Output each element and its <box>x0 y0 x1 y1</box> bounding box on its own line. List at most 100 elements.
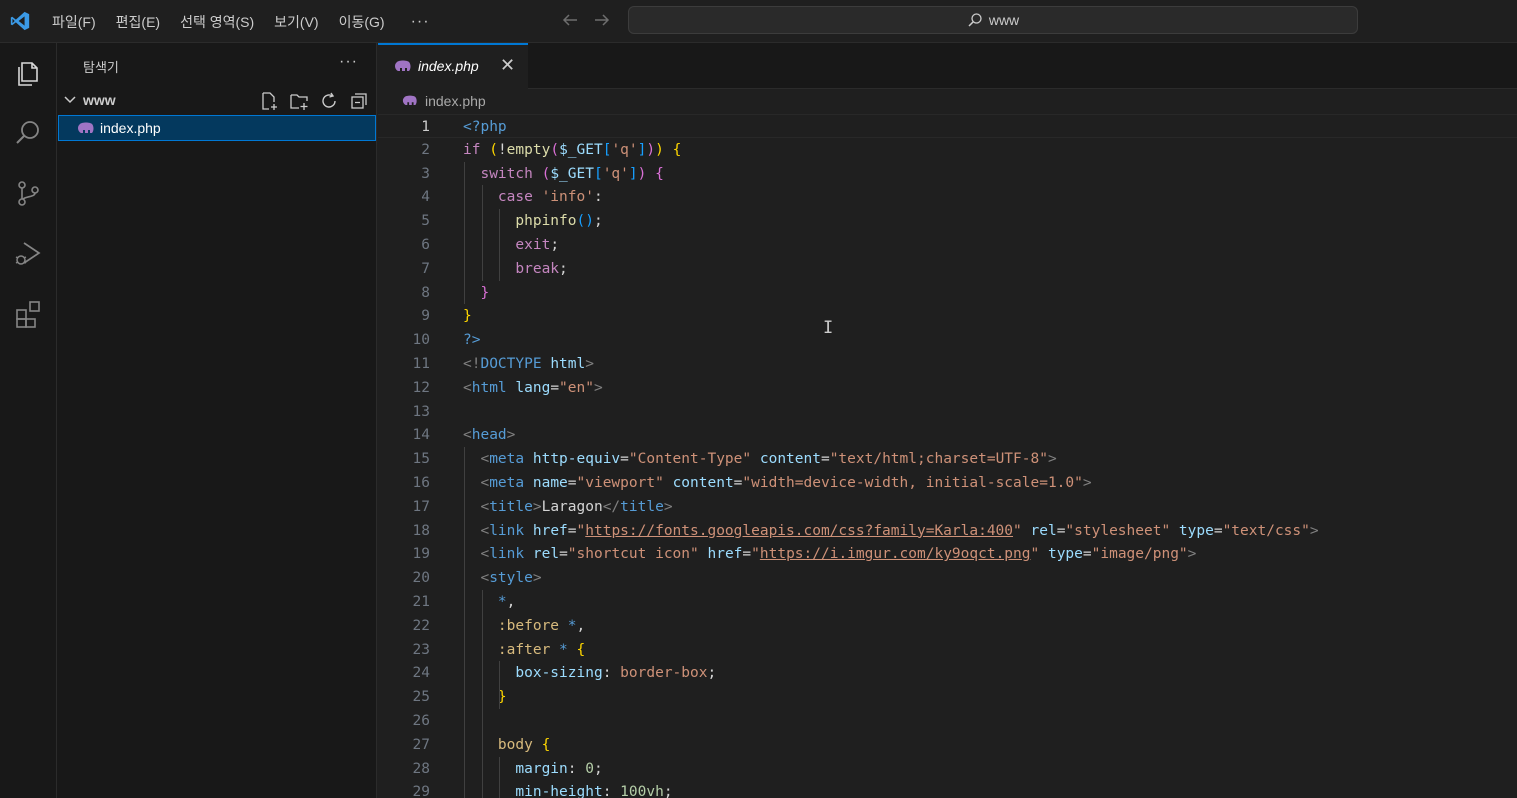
extensions-icon[interactable] <box>10 296 46 332</box>
folder-row-www[interactable]: www <box>57 89 376 113</box>
code-token: ] <box>628 165 638 182</box>
back-arrow-icon[interactable] <box>561 12 579 33</box>
code-line[interactable]: 16 <meta name="viewport" content="width=… <box>378 471 1517 495</box>
code-token: type <box>1178 522 1214 539</box>
menu-more-icon[interactable]: ··· <box>411 13 430 31</box>
explorer-icon[interactable] <box>10 54 46 90</box>
code-token: Laragon <box>541 498 603 515</box>
code-token: = <box>1082 546 1092 563</box>
menu-go[interactable]: 이동(G) <box>339 12 385 32</box>
code-token: "shortcut icon" <box>567 546 699 563</box>
code-token: link <box>489 546 533 563</box>
code-line[interactable]: 12 <html lang="en"> <box>378 376 1517 400</box>
code-token: type <box>1047 546 1083 563</box>
code-token: ( <box>550 141 560 158</box>
code-token: :after <box>463 641 560 658</box>
code-token: > <box>1187 546 1197 563</box>
code-token: "text/html;charset=UTF-8" <box>829 451 1048 468</box>
code-line[interactable]: 2 if (!empty($_GET['q'])) { <box>378 138 1517 162</box>
code-token: , <box>506 594 516 610</box>
code-token: empty <box>506 141 551 158</box>
code-line[interactable]: 13 <box>378 400 1517 424</box>
code-line[interactable]: 10 ?> <box>378 328 1517 352</box>
breadcrumb: index.php <box>378 89 1517 114</box>
code-text: *, <box>463 590 515 614</box>
indent-guide <box>481 185 483 281</box>
code-token: < <box>463 475 490 491</box>
code-line[interactable]: 27 body { <box>378 733 1517 757</box>
code-token: lang <box>515 379 551 396</box>
close-icon[interactable]: ✕ <box>500 55 515 76</box>
file-row-index-php[interactable]: index.php <box>58 115 376 141</box>
line-number: 13 <box>412 403 430 420</box>
code-token: > <box>532 498 542 515</box>
code-line[interactable]: 6 exit; <box>378 233 1517 257</box>
code-line[interactable]: 1 <?php <box>378 114 1517 138</box>
run-debug-icon[interactable] <box>10 235 46 271</box>
code-text: phpinfo(); <box>463 209 603 233</box>
code-line[interactable]: 11 <!DOCTYPE html> <box>378 352 1517 376</box>
code-text: exit; <box>463 233 559 257</box>
code-line[interactable]: 9} <box>378 304 1517 328</box>
code-token: body <box>463 736 542 753</box>
code-line[interactable]: 8 } <box>378 281 1517 305</box>
activity-bar <box>0 43 57 798</box>
code-line[interactable]: 7 break; <box>378 257 1517 281</box>
code-token: : <box>593 189 603 206</box>
breadcrumb-file[interactable]: index.php <box>425 93 486 109</box>
code-editor[interactable]: 29 min-height: 100vh; 28 margin: 0; 27 bod… <box>378 114 1517 798</box>
line-number: 21 <box>412 594 430 610</box>
new-file-icon[interactable] <box>259 91 279 111</box>
code-line[interactable]: 15 <meta http-equiv="Content-Type" conte… <box>378 447 1517 471</box>
line-number: 19 <box>412 546 430 563</box>
command-center-search[interactable]: www <box>628 6 1358 34</box>
code-token: rel <box>532 546 560 563</box>
source-control-icon[interactable] <box>10 175 46 211</box>
menu-file[interactable]: 파일(F) <box>52 12 96 32</box>
code-line[interactable]: 19 <link rel="shortcut icon" href="https… <box>378 542 1517 566</box>
code-token: ; <box>593 760 603 777</box>
code-line[interactable]: 29 min-height: 100vh; <box>378 780 1517 798</box>
code-token: ; <box>593 213 603 230</box>
menu-view[interactable]: 보기(V) <box>274 12 318 32</box>
code-line[interactable]: 28 margin: 0; <box>378 757 1517 781</box>
code-line[interactable]: 14 <head> <box>378 423 1517 447</box>
code-token: { <box>576 641 586 658</box>
explorer-more-icon[interactable]: ··· <box>339 53 358 71</box>
tab-index-php[interactable]: index.php ✕ <box>378 43 528 89</box>
chevron-down-icon <box>64 96 76 104</box>
code-line[interactable]: 22 :before *, <box>378 614 1517 638</box>
menu-selection[interactable]: 선택 영역(S) <box>180 12 254 32</box>
line-number: 5 <box>421 213 430 230</box>
code-token: { <box>541 736 551 753</box>
refresh-icon[interactable] <box>319 91 339 111</box>
code-line[interactable]: 18 <link href="https://fonts.googleapis.… <box>378 519 1517 543</box>
code-token: case <box>463 189 542 206</box>
code-token: meta <box>489 475 533 491</box>
menu-edit[interactable]: 편집(E) <box>116 12 160 32</box>
code-line[interactable]: 26 <box>378 709 1517 733</box>
code-line[interactable]: 5 phpinfo(); <box>378 209 1517 233</box>
code-line[interactable]: 3 switch ($_GET['q']) { <box>378 162 1517 186</box>
code-line[interactable]: 21 *, <box>378 590 1517 614</box>
code-token: title <box>620 498 664 515</box>
code-line[interactable]: 23 :after * { <box>378 638 1517 662</box>
code-line[interactable]: 4 case 'info': <box>378 185 1517 209</box>
new-folder-icon[interactable] <box>289 91 309 111</box>
search-view-icon[interactable] <box>10 115 46 151</box>
collapse-all-icon[interactable] <box>349 91 369 111</box>
code-line[interactable]: 25 } <box>378 685 1517 709</box>
forward-arrow-icon[interactable] <box>593 12 611 33</box>
code-token: > <box>585 356 594 372</box>
menu-bar: 파일(F) 편집(E) 선택 영역(S) 보기(V) 이동(G) ··· <box>52 0 430 43</box>
code-line[interactable]: 24 box-sizing: border-box; <box>378 661 1517 685</box>
code-line[interactable]: 17 <title>Laragon</title> <box>378 495 1517 519</box>
code-line[interactable]: 20 <style> <box>378 566 1517 590</box>
code-token: phpinfo <box>515 213 577 230</box>
code-token: "en" <box>559 379 594 396</box>
